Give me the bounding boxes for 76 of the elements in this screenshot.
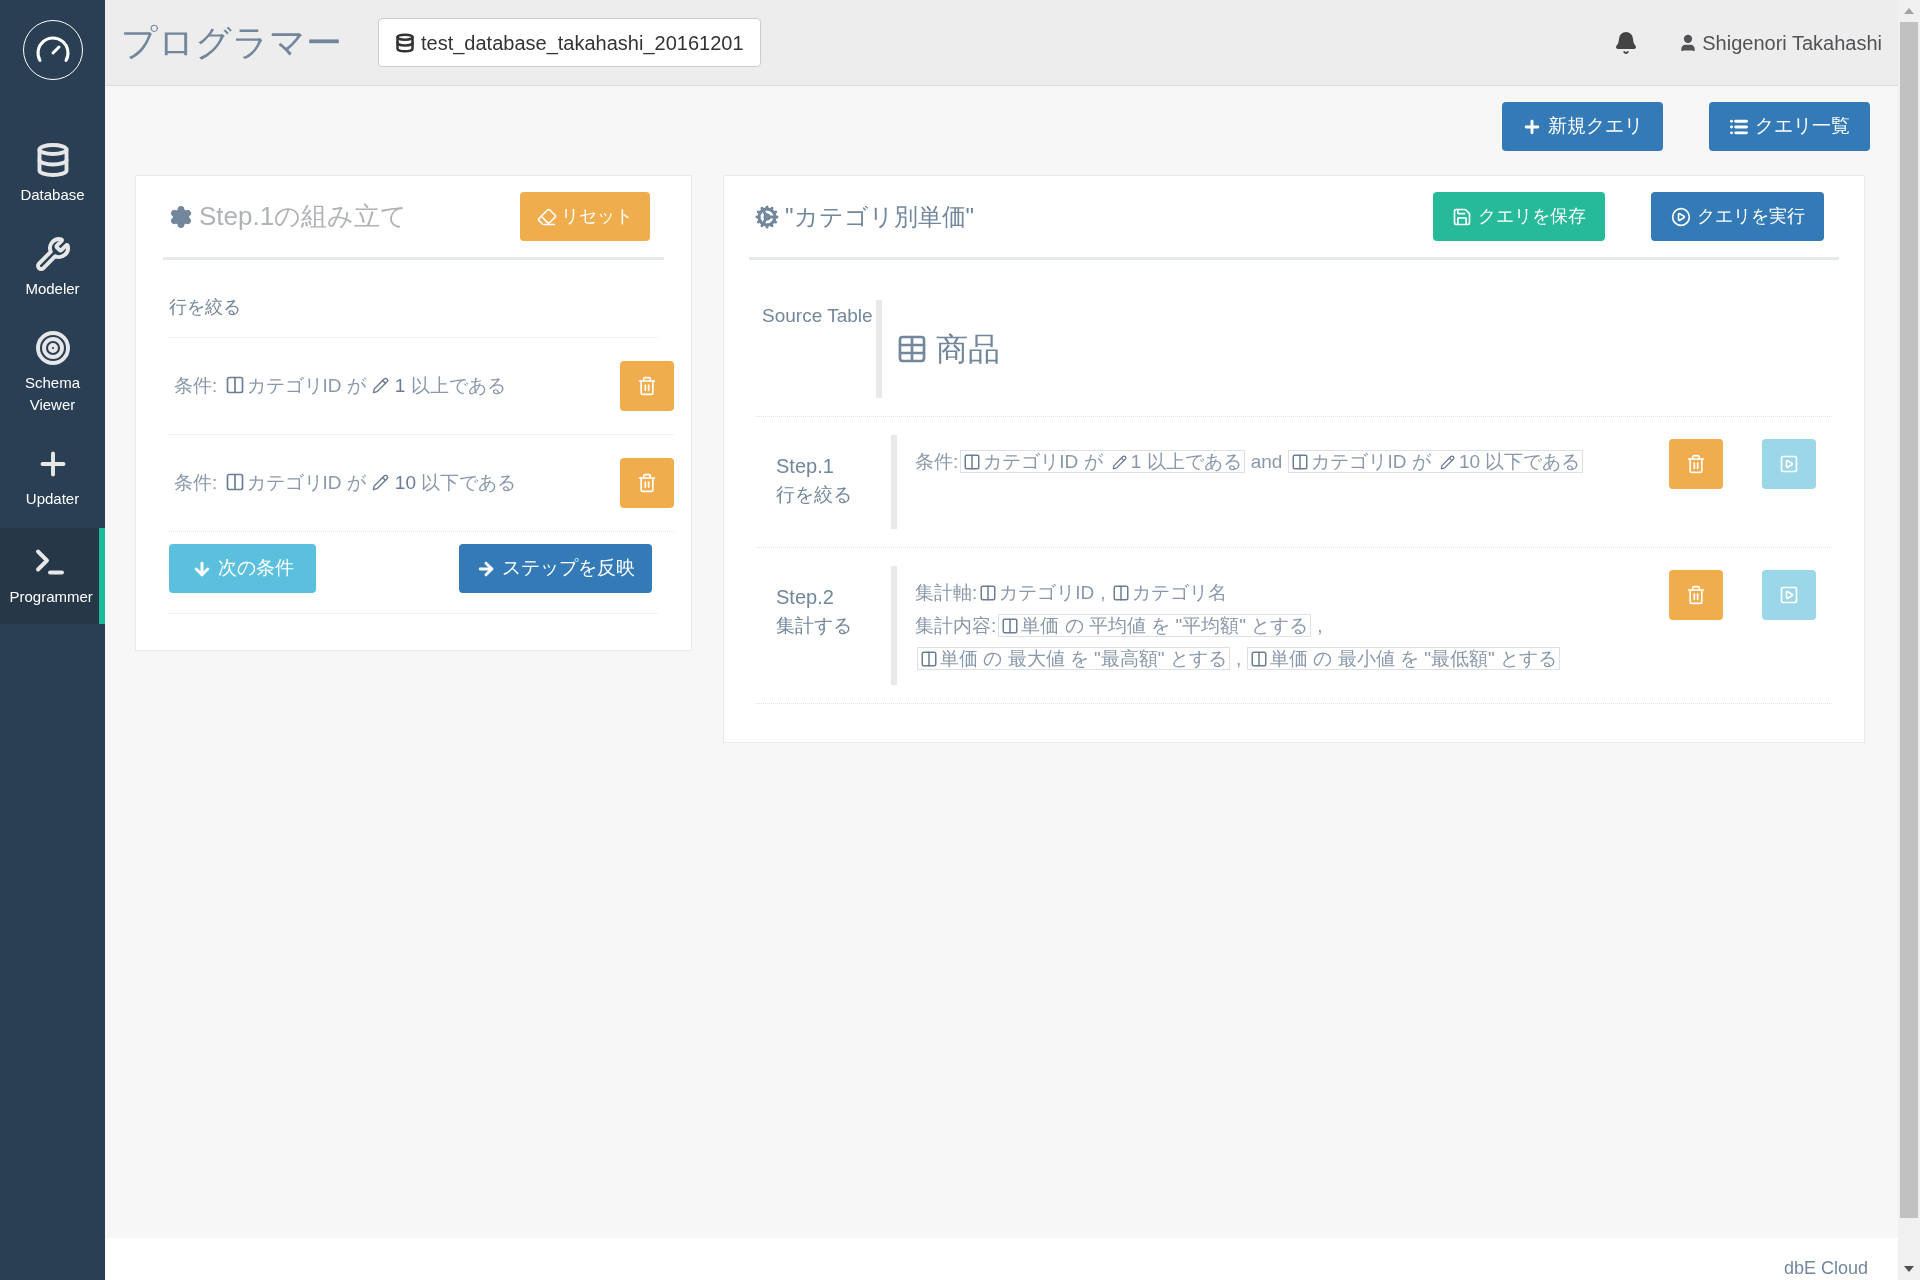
sidebar-item[interactable]: Database — [0, 130, 105, 218]
condition-chip: 単価 の 平均値 を "平均額" とする — [998, 614, 1312, 637]
column-icon — [1291, 453, 1310, 471]
preview-step-button[interactable] — [1762, 570, 1816, 620]
scroll-up-icon[interactable] — [1904, 8, 1914, 14]
sidebar-item[interactable]: Updater — [0, 434, 105, 522]
column-icon — [1001, 617, 1020, 635]
gears-icon — [755, 204, 779, 229]
column-icon — [979, 584, 998, 602]
joiner-text: , — [1100, 582, 1106, 603]
preview-step-button[interactable] — [1762, 439, 1816, 489]
delete-button[interactable] — [620, 458, 674, 508]
scroll-down-icon[interactable] — [1904, 1266, 1914, 1272]
trash-icon — [637, 473, 657, 493]
column-icon — [963, 453, 982, 471]
step-action: 行を絞る — [776, 483, 853, 507]
joiner-text: and — [1250, 451, 1283, 472]
pencil-icon — [371, 376, 389, 394]
condition-chip: カテゴリID が 10 以下である — [1288, 450, 1584, 473]
delete-step-button[interactable] — [1669, 570, 1723, 620]
save-icon — [1452, 206, 1472, 227]
pencil-icon — [1439, 455, 1455, 470]
line-label: 条件: — [915, 451, 959, 472]
sidebar-item[interactable]: Schema Viewer — [0, 318, 105, 428]
play-icon — [1779, 454, 1799, 474]
delete-button[interactable] — [620, 361, 674, 411]
gear-icon — [169, 204, 193, 229]
panel-title: Step.1の組み立て — [169, 197, 408, 236]
sidebar-icon — [34, 330, 71, 366]
table-icon — [896, 333, 928, 365]
play-icon — [1779, 585, 1799, 605]
condition-text: 条件: カテゴリID が 1 以上である — [174, 373, 506, 398]
pencil-icon — [371, 473, 389, 491]
condition-chip: 単価 の 最小値 を "最低額" とする — [1247, 647, 1561, 670]
trash-icon — [1686, 585, 1706, 605]
pencil-icon — [1111, 455, 1127, 470]
toolbar-button[interactable]: クエリ一覧 — [1709, 102, 1870, 151]
trash-icon — [1686, 454, 1706, 474]
database-selector[interactable]: test_database_takahashi_20161201 — [378, 18, 761, 67]
run-query-button[interactable]: クエリを実行 — [1651, 192, 1824, 241]
step-name: Step.1 — [776, 454, 835, 479]
joiner-text: , — [1235, 648, 1242, 669]
condition-chip: カテゴリID が 1 以上である — [960, 450, 1245, 473]
page-title: プログラマー — [121, 20, 342, 65]
notification-bell-icon[interactable] — [1614, 30, 1639, 55]
step-action: 集計する — [776, 614, 853, 638]
sidebar-icon — [34, 236, 71, 272]
column-icon — [1111, 584, 1130, 602]
source-label: Source Table — [761, 304, 874, 328]
apply-step-button[interactable]: ステップを反映 — [459, 544, 652, 593]
line-label: 集計内容: — [915, 615, 997, 636]
source-table-name: 商品 — [896, 325, 1000, 373]
sidebar-item[interactable]: Modeler — [0, 224, 105, 312]
toolbar-button[interactable]: 新規クエリ — [1502, 102, 1663, 151]
column-icon — [224, 374, 245, 395]
section-label: 行を絞る — [169, 260, 658, 338]
delete-step-button[interactable] — [1669, 439, 1723, 489]
column-name: カテゴリ名 — [1111, 582, 1227, 603]
joiner-text: , — [1317, 615, 1323, 636]
step-name: Step.2 — [776, 585, 835, 610]
scrollbar-thumb[interactable] — [1900, 22, 1918, 1218]
footer-text: dbE Cloud — [1783, 1257, 1868, 1280]
column-name: カテゴリID — [979, 582, 1095, 603]
database-icon — [395, 32, 415, 53]
query-title: "カテゴリ別単価" — [755, 198, 975, 235]
trash-icon — [637, 376, 657, 396]
column-icon — [224, 471, 245, 492]
user-menu[interactable]: Shigenori Takahashi — [1678, 27, 1882, 58]
column-icon — [1250, 650, 1269, 668]
condition-text: 条件: カテゴリID が 10 以下である — [174, 470, 517, 495]
sidebar-item[interactable]: Programmer — [0, 528, 105, 624]
condition-chip: 単価 の 最大値 を "最高額" とする — [917, 647, 1230, 670]
column-icon — [920, 650, 938, 668]
line-label: 集計軸: — [915, 582, 978, 603]
play-icon — [1670, 206, 1691, 227]
eraser-icon — [537, 206, 557, 227]
